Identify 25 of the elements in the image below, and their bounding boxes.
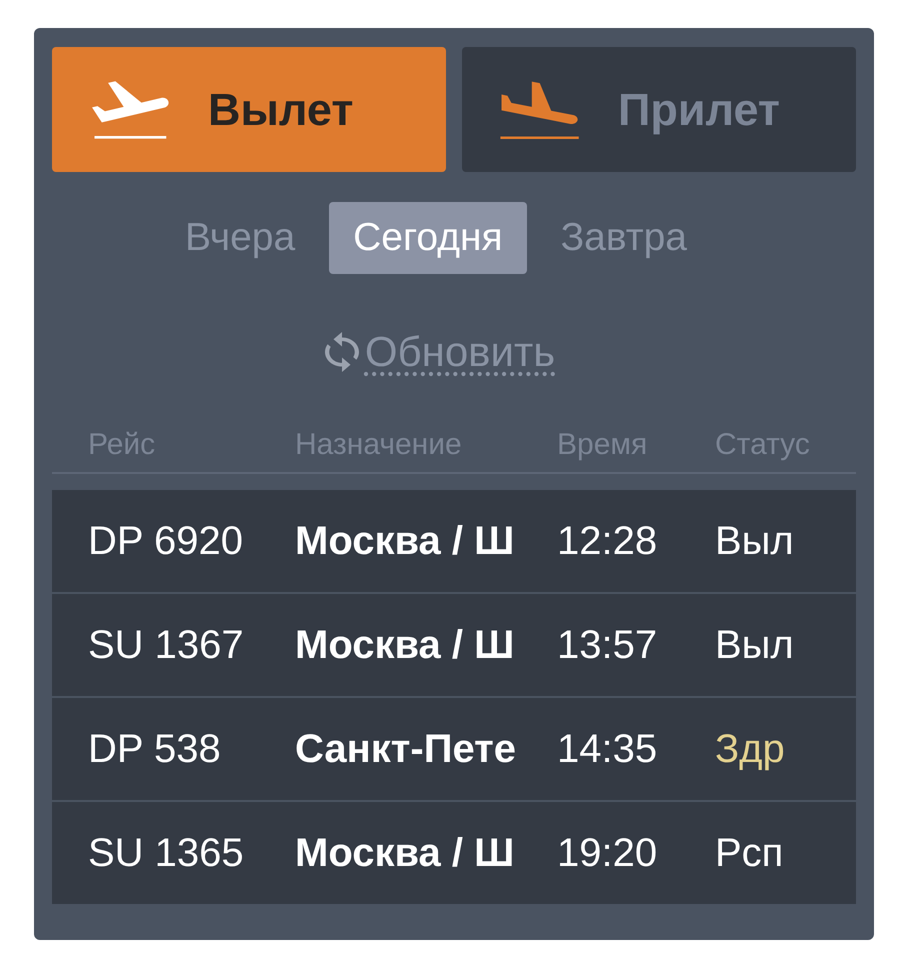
destination: Москва / Ш	[295, 830, 514, 876]
flight-status: Здр	[715, 726, 785, 772]
day-tab[interactable]: Завтра	[536, 202, 711, 274]
destination: Москва / Ш	[295, 518, 514, 564]
flight-status: Рсп	[715, 830, 784, 876]
departure-time: 13:57	[557, 622, 658, 668]
departure-time: 12:28	[557, 518, 658, 564]
day-tab[interactable]: Сегодня	[329, 202, 527, 274]
plane-landing-icon	[500, 80, 580, 138]
flight-status: Выл	[715, 518, 794, 564]
flight-number: DP 538	[88, 726, 221, 772]
departure-time: 14:35	[557, 726, 658, 772]
flight-number: SU 1365	[88, 830, 244, 876]
departure-time: 19:20	[557, 830, 658, 876]
direction-tab[interactable]: Прилет	[462, 47, 856, 172]
direction-tab[interactable]: Вылет	[52, 47, 446, 172]
flight-number: DP 6920	[88, 518, 243, 564]
refresh-link[interactable]: Обновить	[324, 328, 556, 376]
refresh-icon	[324, 332, 359, 372]
plane-takeoff-icon	[90, 80, 170, 138]
day-tab[interactable]: Вчера	[161, 202, 320, 274]
flight-number: SU 1367	[88, 622, 244, 668]
flight-status: Выл	[715, 622, 794, 668]
destination: Москва / Ш	[295, 622, 514, 668]
destination: Санкт-Пете	[295, 726, 516, 772]
